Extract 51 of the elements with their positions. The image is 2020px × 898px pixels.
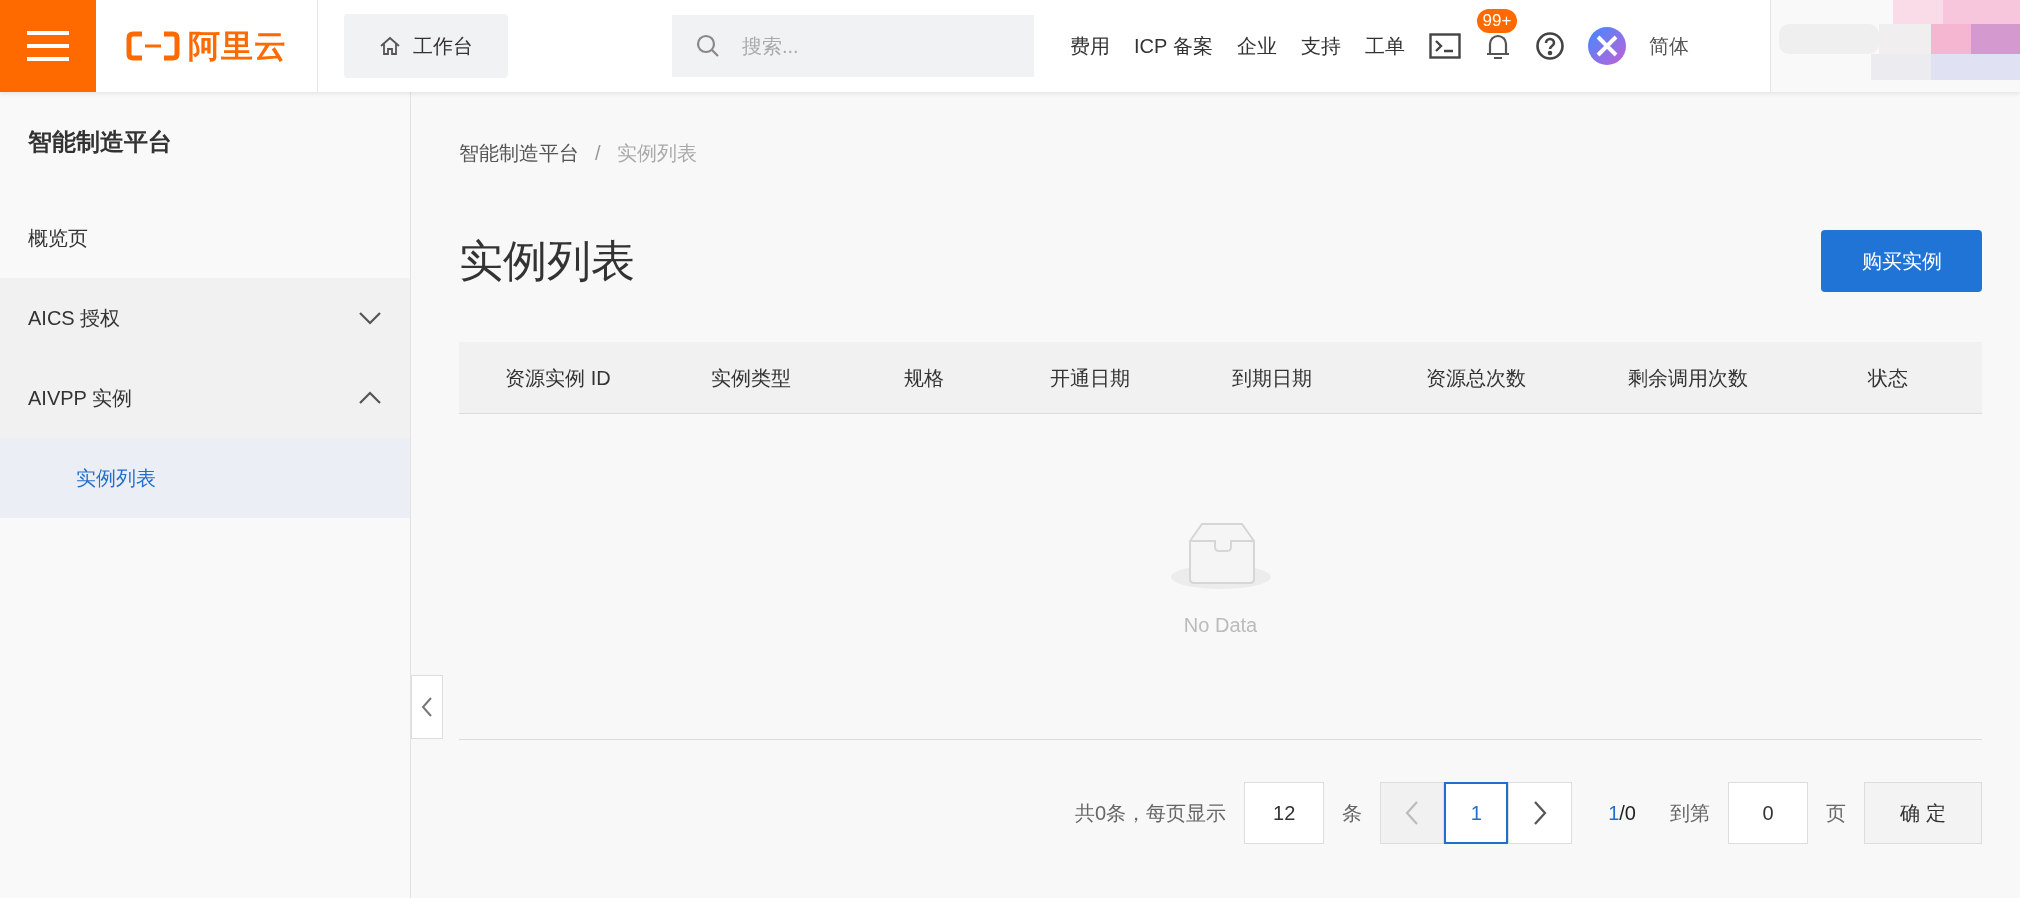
sidebar-group-label: AIVPP 实例 xyxy=(28,386,133,411)
sidebar-group[interactable]: AIVPP 实例 xyxy=(0,358,410,438)
page-size-unit: 条 xyxy=(1342,801,1363,826)
page-size-field[interactable]: 12 xyxy=(1244,782,1325,844)
chevron-left-icon xyxy=(1405,800,1420,826)
avatar-icon[interactable] xyxy=(1586,26,1627,66)
search-field[interactable]: 搜索... xyxy=(672,15,1034,77)
pagination-summary: 共0条，每页显示 xyxy=(1075,801,1227,826)
menu-icon xyxy=(27,31,69,61)
column-header: 剩余调用次数 xyxy=(1627,365,1749,391)
column-header: 状态 xyxy=(1866,365,1909,391)
nav-link[interactable]: 支持 xyxy=(1300,31,1341,61)
column-header: 资源总次数 xyxy=(1424,365,1527,391)
jump-page-field[interactable]: 0 xyxy=(1728,782,1808,844)
menu-button[interactable] xyxy=(0,0,96,92)
sidebar-item[interactable]: 实例列表 xyxy=(0,438,410,518)
language-button[interactable]: 简体 xyxy=(1648,31,1689,61)
bell-icon[interactable] xyxy=(1485,32,1510,60)
sidebar-group-label: AICS 授权 xyxy=(28,306,121,331)
workbench-button[interactable]: 工作台 xyxy=(344,14,508,78)
sidebar-group[interactable]: AICS 授权 xyxy=(0,278,410,358)
jump-label: 到第 xyxy=(1670,801,1710,826)
chevron-right-icon xyxy=(1533,800,1548,826)
column-header: 规格 xyxy=(903,365,945,391)
column-header: 资源实例 ID xyxy=(504,365,612,391)
empty-text: No Data xyxy=(1183,612,1258,638)
column-header: 到期日期 xyxy=(1231,365,1313,391)
terminal-icon[interactable] xyxy=(1428,33,1461,59)
page-button[interactable]: 1 xyxy=(1444,782,1509,844)
chevron-up-icon xyxy=(358,391,382,405)
column-header: 实例类型 xyxy=(709,365,792,391)
breadcrumb-separator: / xyxy=(595,141,601,166)
nav-link[interactable]: 费用 xyxy=(1070,31,1110,61)
collapse-handle[interactable] xyxy=(411,675,443,739)
jump-unit: 页 xyxy=(1826,801,1846,826)
page-indicator: 1/0 xyxy=(1608,801,1636,826)
breadcrumb-link[interactable]: 智能制造平台 xyxy=(459,138,579,168)
chevron-down-icon xyxy=(358,311,382,325)
buy-button[interactable]: 购买实例 xyxy=(1821,230,1982,292)
sidebar-title: 智能制造平台 xyxy=(28,127,172,157)
nav-link[interactable]: 企业 xyxy=(1236,31,1277,61)
home-icon xyxy=(379,36,401,56)
nav-link[interactable]: 工单 xyxy=(1364,31,1405,61)
sidebar-item[interactable]: 概览页 xyxy=(0,198,410,278)
confirm-button[interactable]: 确 定 xyxy=(1864,782,1982,844)
help-icon[interactable] xyxy=(1534,31,1565,61)
column-header: 开通日期 xyxy=(1048,365,1131,391)
chevron-left-icon xyxy=(421,696,433,718)
page-title: 实例列表 xyxy=(459,235,635,287)
notification-badge: 99+ xyxy=(1476,9,1518,33)
nav-link[interactable]: ICP 备案 xyxy=(1134,31,1213,61)
